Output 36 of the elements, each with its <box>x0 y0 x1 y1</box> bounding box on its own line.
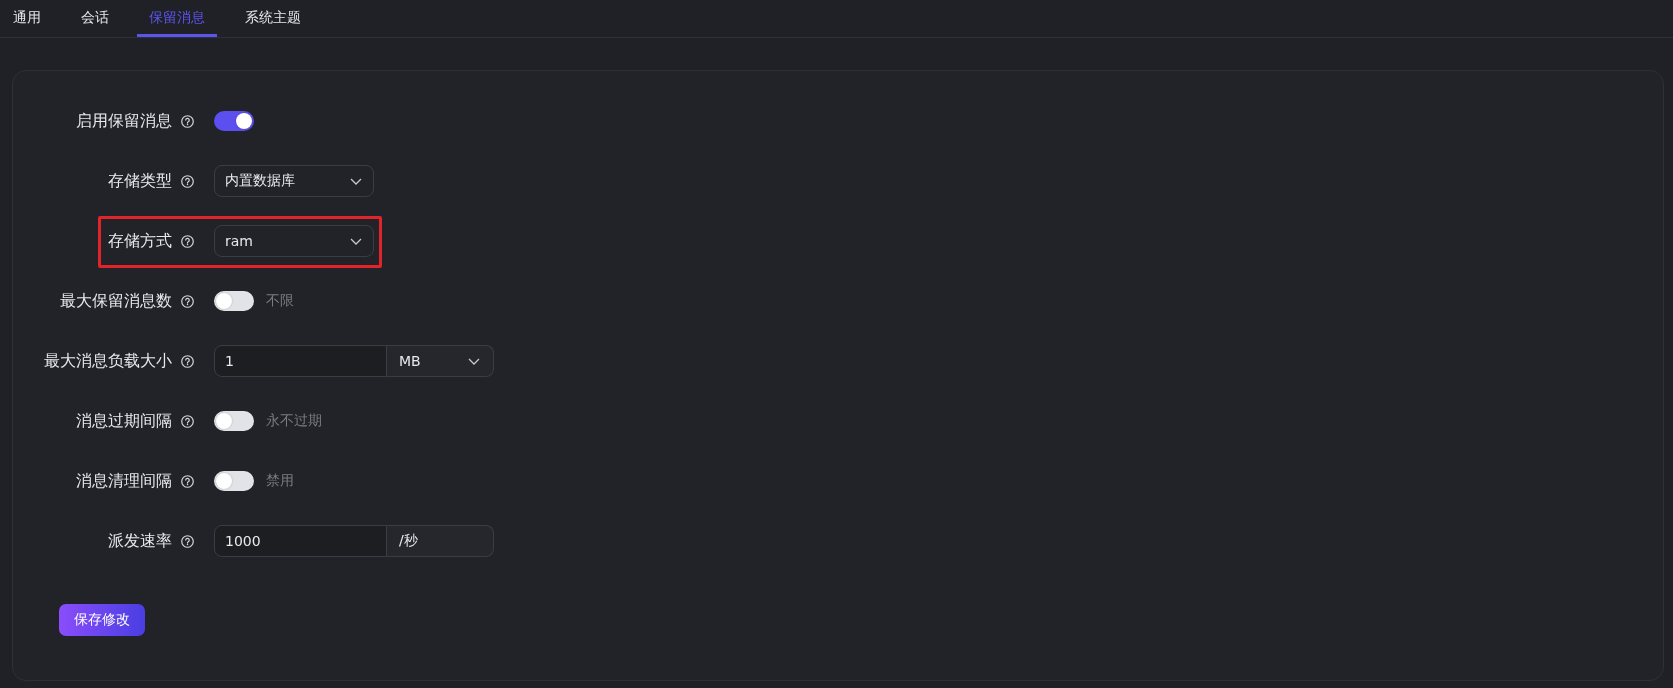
chevron-down-icon <box>468 357 480 365</box>
number-input[interactable]: 1000 <box>214 525 387 557</box>
help-icon[interactable] <box>181 234 194 248</box>
toggle-switch[interactable] <box>214 411 254 431</box>
status-text: 不限 <box>266 292 294 310</box>
tab[interactable]: 通用 <box>1 0 53 37</box>
field-label: 消息清理间隔 <box>75 470 172 492</box>
field-label: 派发速率 <box>107 530 172 552</box>
toggle-switch[interactable] <box>214 111 254 131</box>
save-button[interactable]: 保存修改 <box>59 604 145 636</box>
tab[interactable]: 系统主题 <box>233 0 313 37</box>
help-icon[interactable] <box>181 354 194 368</box>
help-icon[interactable] <box>181 114 194 128</box>
toggle-switch[interactable] <box>214 291 254 311</box>
unit-select[interactable]: MB <box>387 345 494 377</box>
tab[interactable]: 会话 <box>69 0 121 37</box>
chevron-down-icon <box>350 237 362 245</box>
field-label: 存储类型 <box>107 170 172 192</box>
help-icon[interactable] <box>181 474 194 488</box>
field-label: 消息过期间隔 <box>75 410 172 432</box>
toggle-switch[interactable] <box>214 471 254 491</box>
field-label: 启用保留消息 <box>75 110 172 132</box>
chevron-down-icon <box>350 177 362 185</box>
field-label: 最大消息负载大小 <box>43 350 172 372</box>
status-text: 禁用 <box>266 472 294 490</box>
help-icon[interactable] <box>181 534 194 548</box>
number-input[interactable]: 1 <box>214 345 387 377</box>
help-icon[interactable] <box>181 414 194 428</box>
field-label: 最大保留消息数 <box>59 290 172 312</box>
unit-addon: /秒 <box>387 525 494 557</box>
field-label: 存储方式 <box>107 230 172 252</box>
dropdown-select[interactable]: 内置数据库 <box>214 165 374 197</box>
help-icon[interactable] <box>181 174 194 188</box>
help-icon[interactable] <box>181 294 194 308</box>
dropdown-select[interactable]: ram <box>214 225 374 257</box>
status-text: 永不过期 <box>266 412 322 430</box>
